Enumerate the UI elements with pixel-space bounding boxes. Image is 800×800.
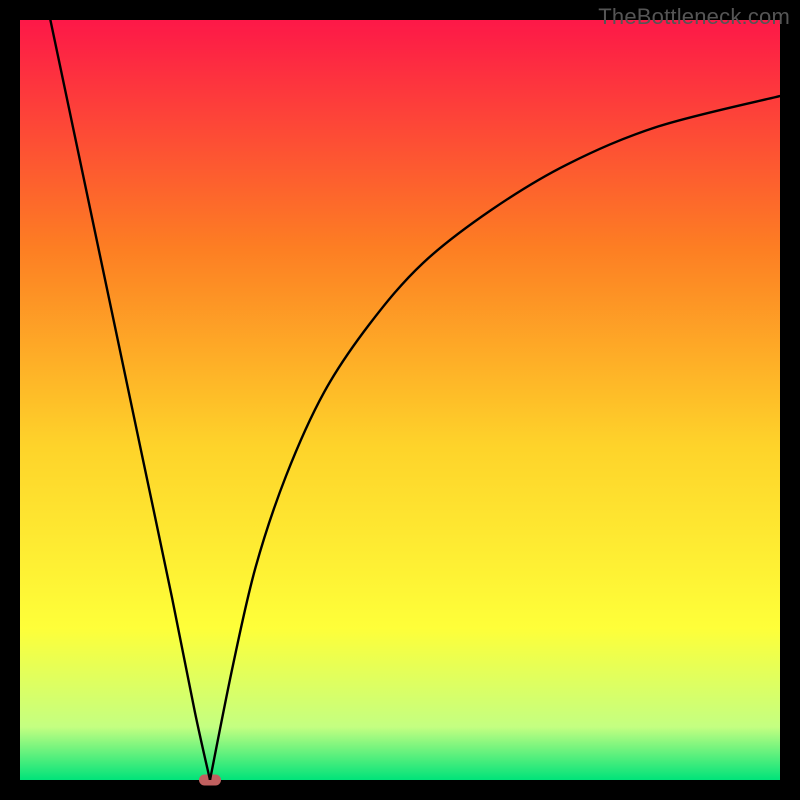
curve-right-branch [210,96,780,780]
chart-frame: TheBottleneck.com [0,0,800,800]
curve-left-branch [50,20,210,780]
watermark-text: TheBottleneck.com [598,4,790,30]
bottleneck-curve [20,20,780,780]
